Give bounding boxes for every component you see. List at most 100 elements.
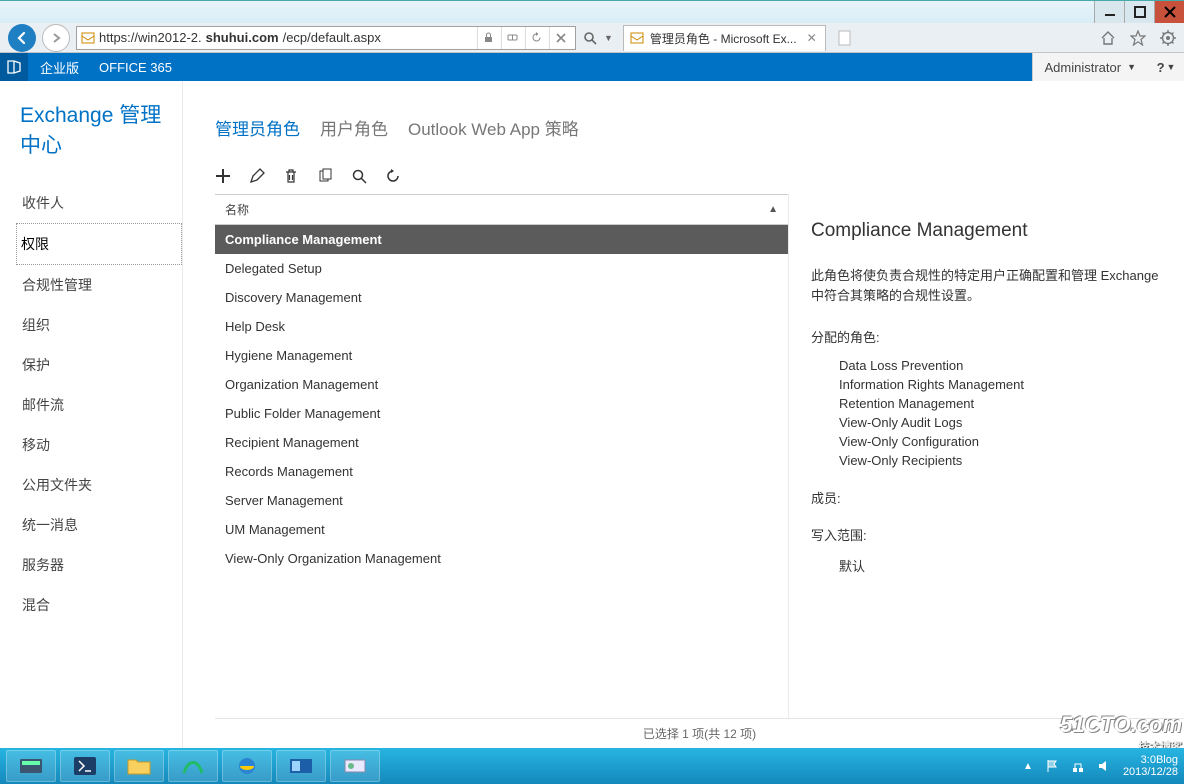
chevron-down-icon: ▼ — [1127, 62, 1136, 72]
tools-icon[interactable] — [1160, 30, 1176, 46]
sidebar-item-8[interactable]: 统一消息 — [20, 505, 182, 545]
detail-description: 此角色将使负责合规性的特定用户正确配置和管理 Exchange 中符合其策略的合… — [811, 266, 1166, 305]
taskbar-ie[interactable] — [222, 750, 272, 782]
copy-icon[interactable] — [317, 168, 333, 184]
tab-2[interactable]: Outlook Web App 策略 — [408, 115, 579, 140]
sidebar-item-4[interactable]: 保护 — [20, 345, 182, 385]
new-tab-button[interactable] — [835, 27, 853, 49]
eac-title: Exchange 管理中心 — [20, 99, 182, 159]
tray-clock[interactable]: 3:0Blog 2013/12/28 — [1123, 754, 1178, 778]
sidebar-item-5[interactable]: 邮件流 — [20, 385, 182, 425]
role-row[interactable]: Help Desk — [215, 312, 788, 341]
taskbar-app-4[interactable] — [168, 750, 218, 782]
eac-main: 管理员角色用户角色 Outlook Web App 策略 名称 ▲ Complia… — [183, 81, 1184, 748]
search-icon[interactable] — [582, 30, 598, 46]
role-row[interactable]: Compliance Management — [215, 225, 788, 254]
assigned-role-item: Retention Management — [811, 394, 1166, 413]
tray-flag-icon[interactable] — [1045, 759, 1059, 773]
assigned-role-item: View-Only Recipients — [811, 451, 1166, 470]
taskbar-server-manager[interactable] — [6, 750, 56, 782]
tab-1[interactable]: 用户角色 — [320, 115, 388, 140]
tab-0[interactable]: 管理员角色 — [215, 115, 300, 140]
column-header-name: 名称 — [225, 201, 249, 218]
refresh-icon[interactable] — [385, 168, 401, 184]
browser-forward-button[interactable] — [42, 24, 70, 52]
assigned-role-item: Information Rights Management — [811, 375, 1166, 394]
sort-icon: ▲ — [768, 204, 778, 215]
assigned-roles-label: 分配的角色: — [811, 327, 1166, 346]
eac-tabstrip: 管理员角色用户角色 Outlook Web App 策略 — [215, 115, 1184, 140]
refresh-icon[interactable] — [525, 27, 547, 49]
role-row[interactable]: Recipient Management — [215, 428, 788, 457]
detail-title: Compliance Management — [811, 220, 1166, 242]
role-row[interactable]: Organization Management — [215, 370, 788, 399]
o365-product-label[interactable]: OFFICE 365 — [91, 60, 180, 75]
assigned-role-item: View-Only Audit Logs — [811, 413, 1166, 432]
role-row[interactable]: View-Only Organization Management — [215, 544, 788, 573]
browser-back-button[interactable] — [8, 24, 36, 52]
favorites-icon[interactable] — [1130, 30, 1146, 46]
o365-app-launcher[interactable] — [0, 53, 28, 81]
window-close-button[interactable] — [1154, 1, 1184, 23]
eac-status-bar: 已选择 1 项(共 12 项) — [215, 718, 1184, 748]
scope-label: 写入范围: — [811, 525, 1166, 544]
taskbar-tray: ▲ 3:0Blog 2013/12/28 — [1023, 754, 1178, 778]
taskbar-app-6[interactable] — [276, 750, 326, 782]
roles-grid: 名称 ▲ Compliance ManagementDelegated Setu… — [215, 194, 788, 718]
site-icon — [81, 31, 95, 45]
sidebar-item-7[interactable]: 公用文件夹 — [20, 465, 182, 505]
scope-value: 默认 — [811, 554, 1166, 577]
role-row[interactable]: Public Folder Management — [215, 399, 788, 428]
tab-close-icon[interactable]: ✕ — [807, 31, 817, 45]
browser-address-bar[interactable]: https://win2012-2.shuhui.com/ecp/default… — [76, 26, 576, 50]
browser-tab[interactable]: 管理员角色 - Microsoft Ex... ✕ — [623, 25, 826, 51]
ssl-lock-icon[interactable] — [477, 27, 499, 49]
search-dropdown-icon[interactable]: ▼ — [604, 33, 613, 43]
edit-icon[interactable] — [249, 168, 265, 184]
o365-user-menu[interactable]: Administrator ▼ — [1032, 53, 1149, 81]
home-icon[interactable] — [1100, 30, 1116, 46]
add-icon[interactable] — [215, 168, 231, 184]
url-scheme: https://win2012-2. — [99, 30, 202, 45]
window-titlebar — [0, 0, 1184, 23]
role-row[interactable]: Records Management — [215, 457, 788, 486]
user-name: Administrator — [1045, 60, 1122, 75]
o365-edition-label[interactable]: 企业版 — [28, 58, 91, 77]
role-row[interactable]: Server Management — [215, 486, 788, 515]
role-row[interactable]: UM Management — [215, 515, 788, 544]
tray-volume-icon[interactable] — [1097, 759, 1111, 773]
taskbar-powershell[interactable] — [60, 750, 110, 782]
sidebar-item-0[interactable]: 收件人 — [20, 183, 182, 223]
detail-pane: Compliance Management 此角色将使负责合规性的特定用户正确配… — [788, 194, 1184, 718]
sidebar-item-1[interactable]: 权限 — [16, 223, 182, 265]
members-label: 成员: — [811, 488, 1166, 507]
sidebar-item-3[interactable]: 组织 — [20, 305, 182, 345]
tray-network-icon[interactable] — [1071, 759, 1085, 773]
delete-icon[interactable] — [283, 168, 299, 184]
compat-view-icon[interactable] — [501, 27, 523, 49]
sidebar-item-6[interactable]: 移动 — [20, 425, 182, 465]
role-row[interactable]: Hygiene Management — [215, 341, 788, 370]
sidebar-item-9[interactable]: 服务器 — [20, 545, 182, 585]
sidebar-item-10[interactable]: 混合 — [20, 585, 182, 625]
assigned-role-item: Data Loss Prevention — [811, 356, 1166, 375]
grid-header[interactable]: 名称 ▲ — [215, 195, 788, 225]
role-row[interactable]: Discovery Management — [215, 283, 788, 312]
taskbar-app-7[interactable] — [330, 750, 380, 782]
taskbar-explorer[interactable] — [114, 750, 164, 782]
tab-favicon — [630, 31, 644, 45]
browser-toolbar: https://win2012-2.shuhui.com/ecp/default… — [0, 23, 1184, 53]
o365-help-button[interactable]: ? ▼ — [1148, 53, 1184, 81]
stop-icon[interactable] — [549, 27, 571, 49]
tray-show-hidden-icon[interactable]: ▲ — [1023, 761, 1033, 772]
sidebar-item-2[interactable]: 合规性管理 — [20, 265, 182, 305]
eac-root: Exchange 管理中心 收件人权限合规性管理组织保护邮件流移动公用文件夹统一… — [0, 81, 1184, 748]
window-maximize-button[interactable] — [1124, 1, 1154, 23]
role-row[interactable]: Delegated Setup — [215, 254, 788, 283]
search-icon[interactable] — [351, 168, 367, 184]
o365-top-bar: 企业版 OFFICE 365 Administrator ▼ ? ▼ — [0, 53, 1184, 81]
eac-toolbar — [215, 168, 1184, 184]
tab-title: 管理员角色 - Microsoft Ex... — [650, 30, 797, 47]
eac-sidebar: Exchange 管理中心 收件人权限合规性管理组织保护邮件流移动公用文件夹统一… — [0, 81, 183, 748]
window-minimize-button[interactable] — [1094, 1, 1124, 23]
